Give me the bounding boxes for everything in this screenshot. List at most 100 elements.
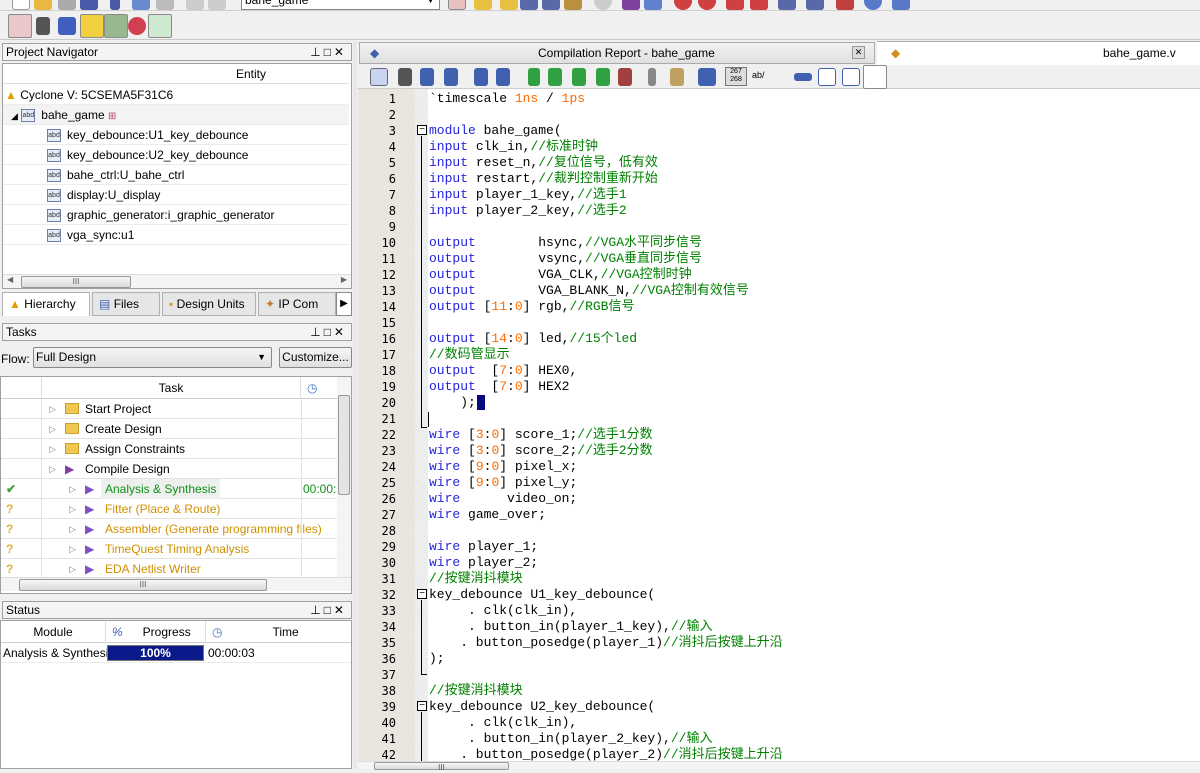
- stop-icon[interactable]: [594, 0, 612, 10]
- expand-icon[interactable]: ▷: [49, 399, 56, 419]
- expand-icon[interactable]: ▷: [69, 519, 76, 539]
- elaborate-icon[interactable]: [500, 0, 518, 10]
- delete-bookmark-icon[interactable]: [596, 68, 610, 86]
- checklist-icon[interactable]: [698, 68, 716, 86]
- insert-template-icon[interactable]: [370, 68, 388, 86]
- compile-icon[interactable]: [448, 0, 466, 10]
- module-column-header[interactable]: Module: [1, 621, 105, 643]
- code-line[interactable]: 24 wire [9:0] pixel_x;: [358, 459, 1200, 475]
- shield-icon[interactable]: [542, 0, 560, 10]
- code-line[interactable]: 3 module bahe_game(: [358, 123, 1200, 139]
- task-row[interactable]: ? ▷ ▶ Fitter (Place & Route): [1, 499, 337, 519]
- code-line[interactable]: 29 wire player_1;: [358, 539, 1200, 555]
- panel-controls[interactable]: ⊥□✕: [310, 44, 347, 60]
- code-line[interactable]: 2: [358, 107, 1200, 123]
- attach-icon[interactable]: [648, 68, 656, 86]
- task-row[interactable]: ▷ Assign Constraints: [1, 439, 337, 459]
- task-row[interactable]: ▷ Start Project: [1, 399, 337, 419]
- expand-icon[interactable]: ▷: [49, 439, 56, 459]
- code-line[interactable]: 16 output [14:0] led,//15个led: [358, 331, 1200, 347]
- expand-icon[interactable]: ▷: [69, 499, 76, 519]
- navigator-hscrollbar[interactable]: ◀ III ▶: [3, 274, 351, 288]
- layout-button[interactable]: [104, 14, 128, 38]
- tab-compilation-report[interactable]: ◆ Compilation Report - bahe_game ✕: [359, 42, 875, 64]
- code-line[interactable]: 25 wire [9:0] pixel_y;: [358, 475, 1200, 491]
- entity-row[interactable]: abd key_debounce:U1_key_debounce: [3, 125, 349, 145]
- task-row[interactable]: ? ▷ ▶ Assembler (Generate programming files…: [1, 519, 337, 539]
- scroll-thumb[interactable]: III: [21, 276, 131, 288]
- undo-icon[interactable]: [186, 0, 204, 10]
- code-line[interactable]: 32 key_debounce U1_key_debounce(: [358, 587, 1200, 603]
- code-line[interactable]: 23 wire [3:0] score_2;//选手2分数: [358, 443, 1200, 459]
- whats-this-icon[interactable]: [892, 0, 910, 10]
- code-line[interactable]: 38 //按键消抖模块: [358, 683, 1200, 699]
- tab-scroll-right[interactable]: ▶: [336, 292, 352, 316]
- tab-bahe-game-v[interactable]: ◆ bahe_game.v: [877, 41, 1200, 65]
- code-line[interactable]: 18 output [7:0] HEX0,: [358, 363, 1200, 379]
- expand-icon[interactable]: ◢: [11, 111, 18, 121]
- go-right-icon[interactable]: [794, 73, 812, 81]
- shield-icon[interactable]: [806, 0, 824, 10]
- code-line[interactable]: 33 . clk(clk_in),: [358, 603, 1200, 619]
- comment-icon[interactable]: [670, 68, 684, 86]
- tasks-vscrollbar[interactable]: [337, 377, 351, 577]
- unindent-icon[interactable]: [496, 68, 510, 86]
- code-line[interactable]: 27 wire game_over;: [358, 507, 1200, 523]
- fold-collapse-icon[interactable]: −: [417, 701, 427, 711]
- project-select[interactable]: bahe_game ▼: [241, 0, 440, 10]
- timer-icon[interactable]: [674, 0, 692, 10]
- code-line[interactable]: 34 . button_in(player_1_key),//输入: [358, 619, 1200, 635]
- task-row[interactable]: ✔ ▷ ▶ Analysis & Synthesis 00:00:: [1, 479, 337, 499]
- code-line[interactable]: 30 wire player_2;: [358, 555, 1200, 571]
- task-row[interactable]: ▷ ▶ Compile Design: [1, 459, 337, 479]
- align-icon[interactable]: [818, 68, 836, 86]
- code-line[interactable]: 37: [358, 667, 1200, 683]
- binoculars-icon[interactable]: [36, 17, 50, 35]
- line-numbers-button[interactable]: 267 268: [725, 67, 747, 86]
- copy-icon[interactable]: [132, 0, 150, 10]
- netlist-viewer-button[interactable]: [8, 14, 32, 38]
- save-all-icon[interactable]: [80, 0, 98, 10]
- code-line[interactable]: 15: [358, 315, 1200, 331]
- entity-row[interactable]: abd graphic_generator:i_graphic_generator: [3, 205, 349, 225]
- entity-row[interactable]: abd bahe_ctrl:U_bahe_ctrl: [3, 165, 349, 185]
- code-line[interactable]: 28: [358, 523, 1200, 539]
- check-button[interactable]: [148, 14, 172, 38]
- new-file-icon[interactable]: [12, 0, 30, 10]
- expand-icon[interactable]: ▷: [69, 539, 76, 559]
- code-line[interactable]: 41 . button_in(player_2_key),//输入: [358, 731, 1200, 747]
- flow-select[interactable]: Full Design ▼: [33, 347, 272, 368]
- prev-bookmark-icon[interactable]: [572, 68, 586, 86]
- code-line[interactable]: 6 input restart,//裁判控制重新开始: [358, 171, 1200, 187]
- code-line[interactable]: 14 output [11:0] rgb,//RGB信号: [358, 299, 1200, 315]
- play-icon[interactable]: [622, 0, 640, 10]
- assignment-button[interactable]: [80, 14, 104, 38]
- programmer-icon[interactable]: [836, 0, 854, 10]
- code-line[interactable]: 26 wire video_on;: [358, 491, 1200, 507]
- code-line[interactable]: 19 output [7:0] HEX2: [358, 379, 1200, 395]
- analysis-icon[interactable]: [474, 0, 492, 10]
- hierarchy-tab[interactable]: ▲ Hierarchy: [2, 292, 90, 316]
- align-icon[interactable]: [842, 68, 860, 86]
- paste-icon[interactable]: [156, 0, 174, 10]
- design-units-tab[interactable]: ▪ Design Units: [162, 292, 256, 316]
- code-line[interactable]: 1 `timescale 1ns / 1ps: [358, 91, 1200, 107]
- code-line[interactable]: 10 output hsync,//VGA水平同步信号: [358, 235, 1200, 251]
- edit-icon[interactable]: [58, 17, 76, 35]
- code-line[interactable]: 36);: [358, 651, 1200, 667]
- files-tab[interactable]: ▤ Files: [92, 292, 160, 316]
- redo-icon[interactable]: [208, 0, 226, 10]
- help-icon[interactable]: [864, 0, 882, 10]
- time-column-header[interactable]: ◷ Time: [205, 621, 351, 643]
- code-line[interactable]: 22 wire [3:0] score_1;//选手1分数: [358, 427, 1200, 443]
- code-line[interactable]: 35 . button_posedge(player_1)//消抖后按键上升沿: [358, 635, 1200, 651]
- goto-icon[interactable]: [444, 68, 458, 86]
- shield-icon[interactable]: [564, 0, 582, 10]
- editor-hscrollbar[interactable]: III: [358, 761, 1200, 772]
- ip-components-tab[interactable]: ✦ IP Com: [258, 292, 336, 316]
- shield-icon[interactable]: [520, 0, 538, 10]
- customize-button[interactable]: Customize...: [279, 347, 352, 368]
- close-icon[interactable]: ✕: [852, 46, 865, 59]
- code-line[interactable]: 21: [358, 411, 1200, 427]
- panel-controls[interactable]: ⊥□✕: [310, 324, 347, 340]
